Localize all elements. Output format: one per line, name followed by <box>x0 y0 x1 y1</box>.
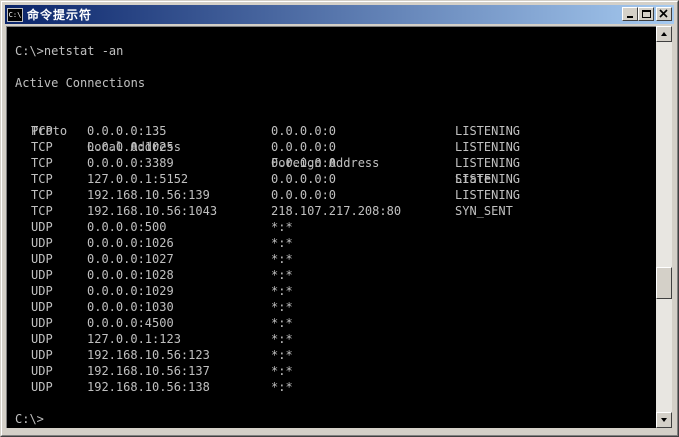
connection-row: TCP 0.0.0.0:1025 0.0.0.0:0 LISTENING <box>7 139 647 155</box>
cell-foreign-address: 218.107.217.208:80 <box>271 204 402 218</box>
cell-proto: TCP <box>31 156 53 170</box>
cell-state: SYN_SENT <box>455 204 513 218</box>
cell-state: LISTENING <box>455 188 521 202</box>
connection-row: TCP 0.0.0.0:135 0.0.0.0:0 LISTENING <box>7 123 647 139</box>
cell-state: LISTENING <box>455 140 521 154</box>
cell-proto: UDP <box>31 220 53 234</box>
maximize-icon <box>642 10 651 18</box>
connection-row: TCP 0.0.0.0:3389 0.0.0.0:0 LISTENING <box>7 155 647 171</box>
cell-local-address: 0.0.0.0:1028 <box>87 268 174 282</box>
cell-state: LISTENING <box>455 156 521 170</box>
cell-proto: TCP <box>31 140 53 154</box>
cell-proto: UDP <box>31 348 53 362</box>
cell-local-address: 192.168.10.56:1043 <box>87 204 218 218</box>
cell-proto: TCP <box>31 172 53 186</box>
connection-row: UDP 0.0.0.0:1026 *:* <box>7 235 647 251</box>
connection-row: UDP 0.0.0.0:4500 *:* <box>7 315 647 331</box>
cell-foreign-address: *:* <box>271 284 293 298</box>
cell-foreign-address: 0.0.0.0:0 <box>271 156 337 170</box>
cell-foreign-address: *:* <box>271 300 293 314</box>
cell-local-address: 0.0.0.0:1026 <box>87 236 174 250</box>
cell-foreign-address: *:* <box>271 236 293 250</box>
scroll-up-arrow-icon <box>661 32 667 36</box>
cell-local-address: 0.0.0.0:500 <box>87 220 167 234</box>
table-header: Proto Local Address Foreign Address Stat… <box>7 107 647 186</box>
cell-local-address: 192.168.10.56:123 <box>87 348 210 362</box>
connection-row: TCP 192.168.10.56:139 0.0.0.0:0 LISTENING <box>7 187 647 203</box>
cell-proto: UDP <box>31 380 53 394</box>
console-output[interactable]: C:\>netstat -an Active Connections Proto… <box>6 26 656 428</box>
cell-state: LISTENING <box>455 124 521 138</box>
connection-row: UDP 192.168.10.56:137 *:* <box>7 363 647 379</box>
cell-foreign-address: *:* <box>271 252 293 266</box>
connection-row: UDP 0.0.0.0:1029 *:* <box>7 283 647 299</box>
cell-proto: UDP <box>31 332 53 346</box>
cell-local-address: 0.0.0.0:1025 <box>87 140 174 154</box>
cell-local-address: 0.0.0.0:1029 <box>87 284 174 298</box>
cell-local-address: 192.168.10.56:138 <box>87 380 210 394</box>
minimize-button[interactable] <box>622 7 638 21</box>
connection-row: UDP 192.168.10.56:138 *:* <box>7 379 647 395</box>
title-bar[interactable]: C:\ 命令提示符 <box>5 5 674 24</box>
connection-row: UDP 0.0.0.0:1027 *:* <box>7 251 647 267</box>
window-title: 命令提示符 <box>27 8 93 22</box>
cell-foreign-address: *:* <box>271 348 293 362</box>
cell-local-address: 0.0.0.0:1030 <box>87 300 174 314</box>
connection-row: UDP 0.0.0.0:500 *:* <box>7 219 647 235</box>
cell-foreign-address: 0.0.0.0:0 <box>271 172 337 186</box>
cell-foreign-address: 0.0.0.0:0 <box>271 140 337 154</box>
vertical-scrollbar[interactable] <box>656 26 672 428</box>
scroll-up-button[interactable] <box>656 26 672 42</box>
close-icon <box>659 9 668 18</box>
cell-foreign-address: *:* <box>271 380 293 394</box>
cell-foreign-address: *:* <box>271 220 293 234</box>
cell-proto: UDP <box>31 300 53 314</box>
connection-row: UDP 192.168.10.56:123 *:* <box>7 347 647 363</box>
connection-row: UDP 0.0.0.0:1028 *:* <box>7 267 647 283</box>
cell-foreign-address: *:* <box>271 268 293 282</box>
cell-state: LISTENING <box>455 172 521 186</box>
command-prompt-window: C:\ 命令提示符 C:\>netstat -an Active Connect… <box>0 0 679 437</box>
cell-proto: TCP <box>31 204 53 218</box>
cell-proto: UDP <box>31 252 53 266</box>
scroll-thumb[interactable] <box>656 267 672 299</box>
command-prompt: C:\> <box>15 412 44 426</box>
scroll-down-arrow-icon <box>661 418 667 422</box>
cell-proto: TCP <box>31 188 53 202</box>
cell-local-address: 0.0.0.0:135 <box>87 124 167 138</box>
connection-row: UDP 0.0.0.0:1030 *:* <box>7 299 647 315</box>
cell-local-address: 0.0.0.0:3389 <box>87 156 174 170</box>
cell-foreign-address: 0.0.0.0:0 <box>271 124 337 138</box>
minimize-icon <box>627 16 633 18</box>
cell-local-address: 127.0.0.1:5152 <box>87 172 189 186</box>
command-line: C:\>netstat -an <box>15 44 124 58</box>
connection-row: UDP 127.0.0.1:123 *:* <box>7 331 647 347</box>
cell-proto: UDP <box>31 284 53 298</box>
connection-row: TCP 127.0.0.1:5152 0.0.0.0:0 LISTENING <box>7 171 647 187</box>
maximize-button[interactable] <box>638 7 654 21</box>
cell-local-address: 0.0.0.0:1027 <box>87 252 174 266</box>
cell-local-address: 192.168.10.56:137 <box>87 364 210 378</box>
cell-proto: UDP <box>31 268 53 282</box>
cell-foreign-address: 0.0.0.0:0 <box>271 188 337 202</box>
close-button[interactable] <box>656 7 672 21</box>
cell-proto: UDP <box>31 316 53 330</box>
scroll-down-button[interactable] <box>656 412 672 428</box>
cell-foreign-address: *:* <box>271 364 293 378</box>
cell-proto: UDP <box>31 236 53 250</box>
cell-foreign-address: *:* <box>271 332 293 346</box>
cell-proto: TCP <box>31 124 53 138</box>
cell-local-address: 127.0.0.1:123 <box>87 332 181 346</box>
cell-local-address: 192.168.10.56:139 <box>87 188 210 202</box>
cell-foreign-address: *:* <box>271 316 293 330</box>
connections-heading: Active Connections <box>15 76 146 90</box>
connection-row: TCP 192.168.10.56:1043 218.107.217.208:80 S… <box>7 203 647 219</box>
cell-local-address: 0.0.0.0:4500 <box>87 316 174 330</box>
cell-proto: UDP <box>31 364 53 378</box>
console-icon[interactable]: C:\ <box>7 7 23 22</box>
